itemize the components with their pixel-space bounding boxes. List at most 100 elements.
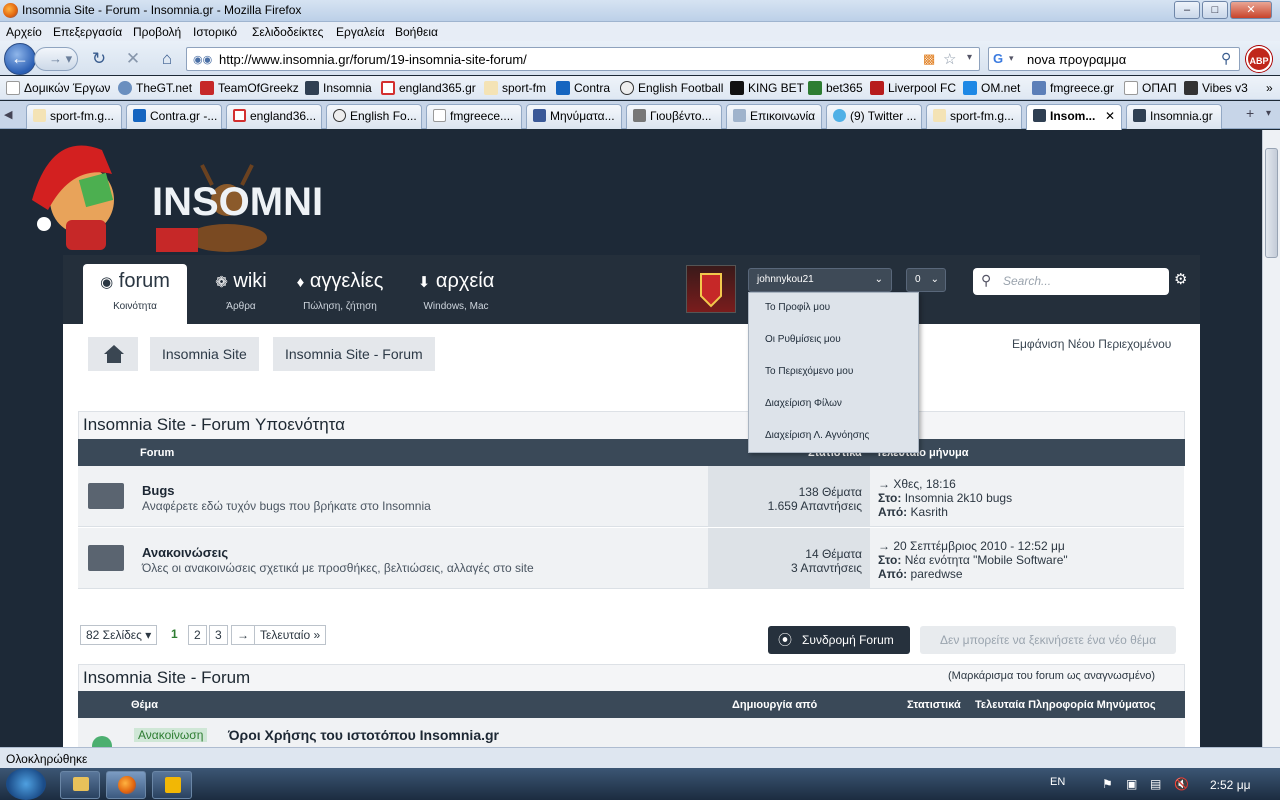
menu-item-ignore-list[interactable]: Διαχείριση Λ. Αγνόησης <box>765 430 869 441</box>
nav-tab-wiki[interactable]: ❁ wiki Άρθρα <box>193 264 289 324</box>
rss-icon[interactable]: ▩ <box>923 51 935 67</box>
scroll-tabs-left-icon[interactable]: ◀ <box>4 108 12 121</box>
breadcrumb-home[interactable] <box>88 337 138 371</box>
url-bar[interactable]: ◉◉ http://www.insomnia.gr/forum/19-insom… <box>186 47 980 71</box>
forward-button[interactable]: → ▾ <box>34 47 78 71</box>
scrollbar-thumb[interactable] <box>1265 148 1278 258</box>
bookmark-item[interactable]: england365.gr <box>381 81 476 95</box>
menu-item-my-content[interactable]: Το Περιεχόμενο μου <box>765 366 853 377</box>
browser-tab[interactable]: (9) Twitter ... <box>826 104 922 129</box>
breadcrumb-item[interactable]: Insomnia Site - Forum <box>273 337 435 371</box>
bookmark-item[interactable]: Contra <box>556 81 610 95</box>
bookmark-item[interactable]: KING BET <box>730 81 804 95</box>
taskbar-firefox-button[interactable] <box>106 771 146 799</box>
gear-icon[interactable]: ⚙ <box>1174 270 1187 288</box>
bookmark-item[interactable]: fmgreece.gr <box>1032 81 1114 95</box>
nav-tab-forum[interactable]: ◉ forum Κοινότητα <box>83 264 187 324</box>
avatar[interactable] <box>686 265 736 313</box>
site-search-field[interactable]: ⚲ Search... <box>973 268 1169 295</box>
flag-icon[interactable]: ⚑ <box>1102 777 1113 791</box>
topic-title[interactable]: Όροι Χρήσης του ιστοτόπου Insomnia.gr <box>228 727 499 743</box>
subforum-title[interactable]: Bugs <box>142 483 175 498</box>
stop-icon[interactable]: ✕ <box>122 48 144 70</box>
search-icon[interactable]: ⚲ <box>981 272 991 289</box>
page-link[interactable]: 2 <box>188 625 207 645</box>
browser-tab[interactable]: Insomnia.gr <box>1126 104 1222 129</box>
menu-view[interactable]: Προβολή <box>133 25 181 39</box>
power-icon[interactable]: ▣ <box>1126 777 1137 791</box>
adblock-plus-icon[interactable]: ABP <box>1246 46 1272 72</box>
close-button[interactable]: ✕ <box>1230 1 1272 19</box>
browser-tab[interactable]: Γιουβέντο... <box>626 104 722 129</box>
close-tab-icon[interactable]: ✕ <box>1105 105 1115 128</box>
menu-history[interactable]: Ιστορικό <box>193 25 237 39</box>
browser-tab[interactable]: sport-fm.g... <box>26 104 122 129</box>
bookmark-item[interactable]: Liverpool FC <box>870 81 956 95</box>
reload-icon[interactable]: ↻ <box>88 48 110 70</box>
subforum-title[interactable]: Ανακοινώσεις <box>142 545 228 560</box>
list-all-tabs-icon[interactable]: ▾ <box>1266 108 1271 119</box>
menu-item-profile[interactable]: Το Προφίλ μου <box>765 302 830 313</box>
bookmark-item[interactable]: ΟΠΑΠ <box>1124 81 1177 95</box>
last-post-topic[interactable]: Στο: Νέα ενότητα "Mobile Software" <box>878 553 1068 567</box>
browser-tab[interactable]: sport-fm.g... <box>926 104 1022 129</box>
user-menu-dropdown[interactable]: johnnykou21 ⌄ <box>748 268 892 292</box>
last-post-date[interactable]: → Χθες, 18:16 <box>878 477 956 491</box>
google-icon[interactable]: G <box>993 51 1003 66</box>
subforum-row[interactable]: Bugs Αναφέρετε εδώ τυχόν bugs που βρήκατ… <box>78 466 1184 527</box>
search-icon[interactable]: ⚲ <box>1221 50 1231 67</box>
bookmark-item[interactable]: sport-fm <box>484 81 546 95</box>
browser-tab[interactable]: Επικοινωνία <box>726 104 822 129</box>
bookmark-item[interactable]: OM.net <box>963 81 1020 95</box>
bookmark-item[interactable]: bet365 <box>808 81 863 95</box>
subforum-row[interactable]: Ανακοινώσεις Όλες οι ανακοινώσεις σχετικ… <box>78 528 1184 589</box>
bookmarks-overflow-icon[interactable]: » <box>1266 81 1273 95</box>
last-page-link[interactable]: Τελευταίο » <box>254 625 327 645</box>
browser-tab[interactable]: Μηνύματα... <box>526 104 622 129</box>
menu-item-manage-friends[interactable]: Διαχείριση Φίλων <box>765 398 842 409</box>
bookmark-item[interactable]: Insomnia <box>305 81 372 95</box>
last-post-topic[interactable]: Στο: Insomnia 2k10 bugs <box>878 491 1012 505</box>
browser-tab[interactable]: england36... <box>226 104 322 129</box>
site-logo[interactable]: INSOMNIA <box>22 130 322 256</box>
bookmark-item[interactable]: TeamOfGreekz <box>200 81 299 95</box>
next-page-link[interactable]: → <box>231 625 255 645</box>
mark-forum-read-link[interactable]: (Μαρκάρισμα του forum ως αναγνωσμένο) <box>948 670 1155 682</box>
new-tab-icon[interactable]: + <box>1246 105 1254 121</box>
search-engine-dropdown-icon[interactable]: ▾ <box>1009 53 1014 64</box>
menu-help[interactable]: Βοήθεια <box>395 25 438 39</box>
nav-tab-classifieds[interactable]: ♦ αγγελίες Πώληση, ζήτηση <box>281 264 399 324</box>
bookmark-star-icon[interactable]: ☆ <box>943 50 956 68</box>
notifications-dropdown[interactable]: 0 ⌄ <box>906 268 946 292</box>
taskbar-app-button[interactable] <box>152 771 192 799</box>
site-identity-icon[interactable]: ◉◉ <box>193 53 212 66</box>
home-icon[interactable]: ⌂ <box>156 48 178 70</box>
subscribe-forum-button[interactable]: ⦿ Συνδρομή Forum <box>768 626 910 654</box>
browser-tab-active[interactable]: Insom... ✕ <box>1026 104 1122 130</box>
browser-tab[interactable]: fmgreece.... <box>426 104 522 129</box>
topic-row[interactable]: Ανακοίνωση Όροι Χρήσης του ιστοτόπου Ins… <box>78 718 1185 747</box>
maximize-button[interactable]: □ <box>1202 1 1228 19</box>
nav-tab-files[interactable]: ⬇ αρχεία Windows, Mac <box>405 264 507 324</box>
last-post-date[interactable]: → 20 Σεπτέμβριος 2010 - 12:52 μμ <box>878 539 1065 553</box>
minimize-button[interactable]: – <box>1174 1 1200 19</box>
last-post-author[interactable]: Από: Kasrith <box>878 505 948 519</box>
start-button[interactable] <box>6 768 46 800</box>
back-button[interactable]: ← <box>4 43 36 75</box>
menu-item-settings[interactable]: Οι Ρυθμίσεις μου <box>765 334 841 345</box>
bookmark-item[interactable]: Δομικών Έργων <box>6 81 110 95</box>
new-content-link[interactable]: Εμφάνιση Νέου Περιεχομένου <box>1012 337 1171 351</box>
bookmark-item[interactable]: Vibes v3 <box>1184 81 1248 95</box>
pages-dropdown[interactable]: 82 Σελίδες ▾ <box>80 625 158 645</box>
menu-edit[interactable]: Επεξεργασία <box>53 25 122 39</box>
language-indicator[interactable]: EN <box>1050 776 1065 788</box>
network-icon[interactable]: ▤ <box>1150 777 1161 791</box>
bookmark-item[interactable]: TheGT.net <box>118 81 192 95</box>
browser-search-box[interactable]: G ▾ nova προγραμμα ⚲ <box>988 47 1240 71</box>
browser-tab[interactable]: Contra.gr -... <box>126 104 222 129</box>
url-dropdown-icon[interactable]: ▾ <box>967 52 972 63</box>
menu-tools[interactable]: Εργαλεία <box>336 25 385 39</box>
page-link[interactable]: 3 <box>209 625 228 645</box>
breadcrumb-item[interactable]: Insomnia Site <box>150 337 259 371</box>
menu-file[interactable]: Αρχείο <box>6 25 42 39</box>
